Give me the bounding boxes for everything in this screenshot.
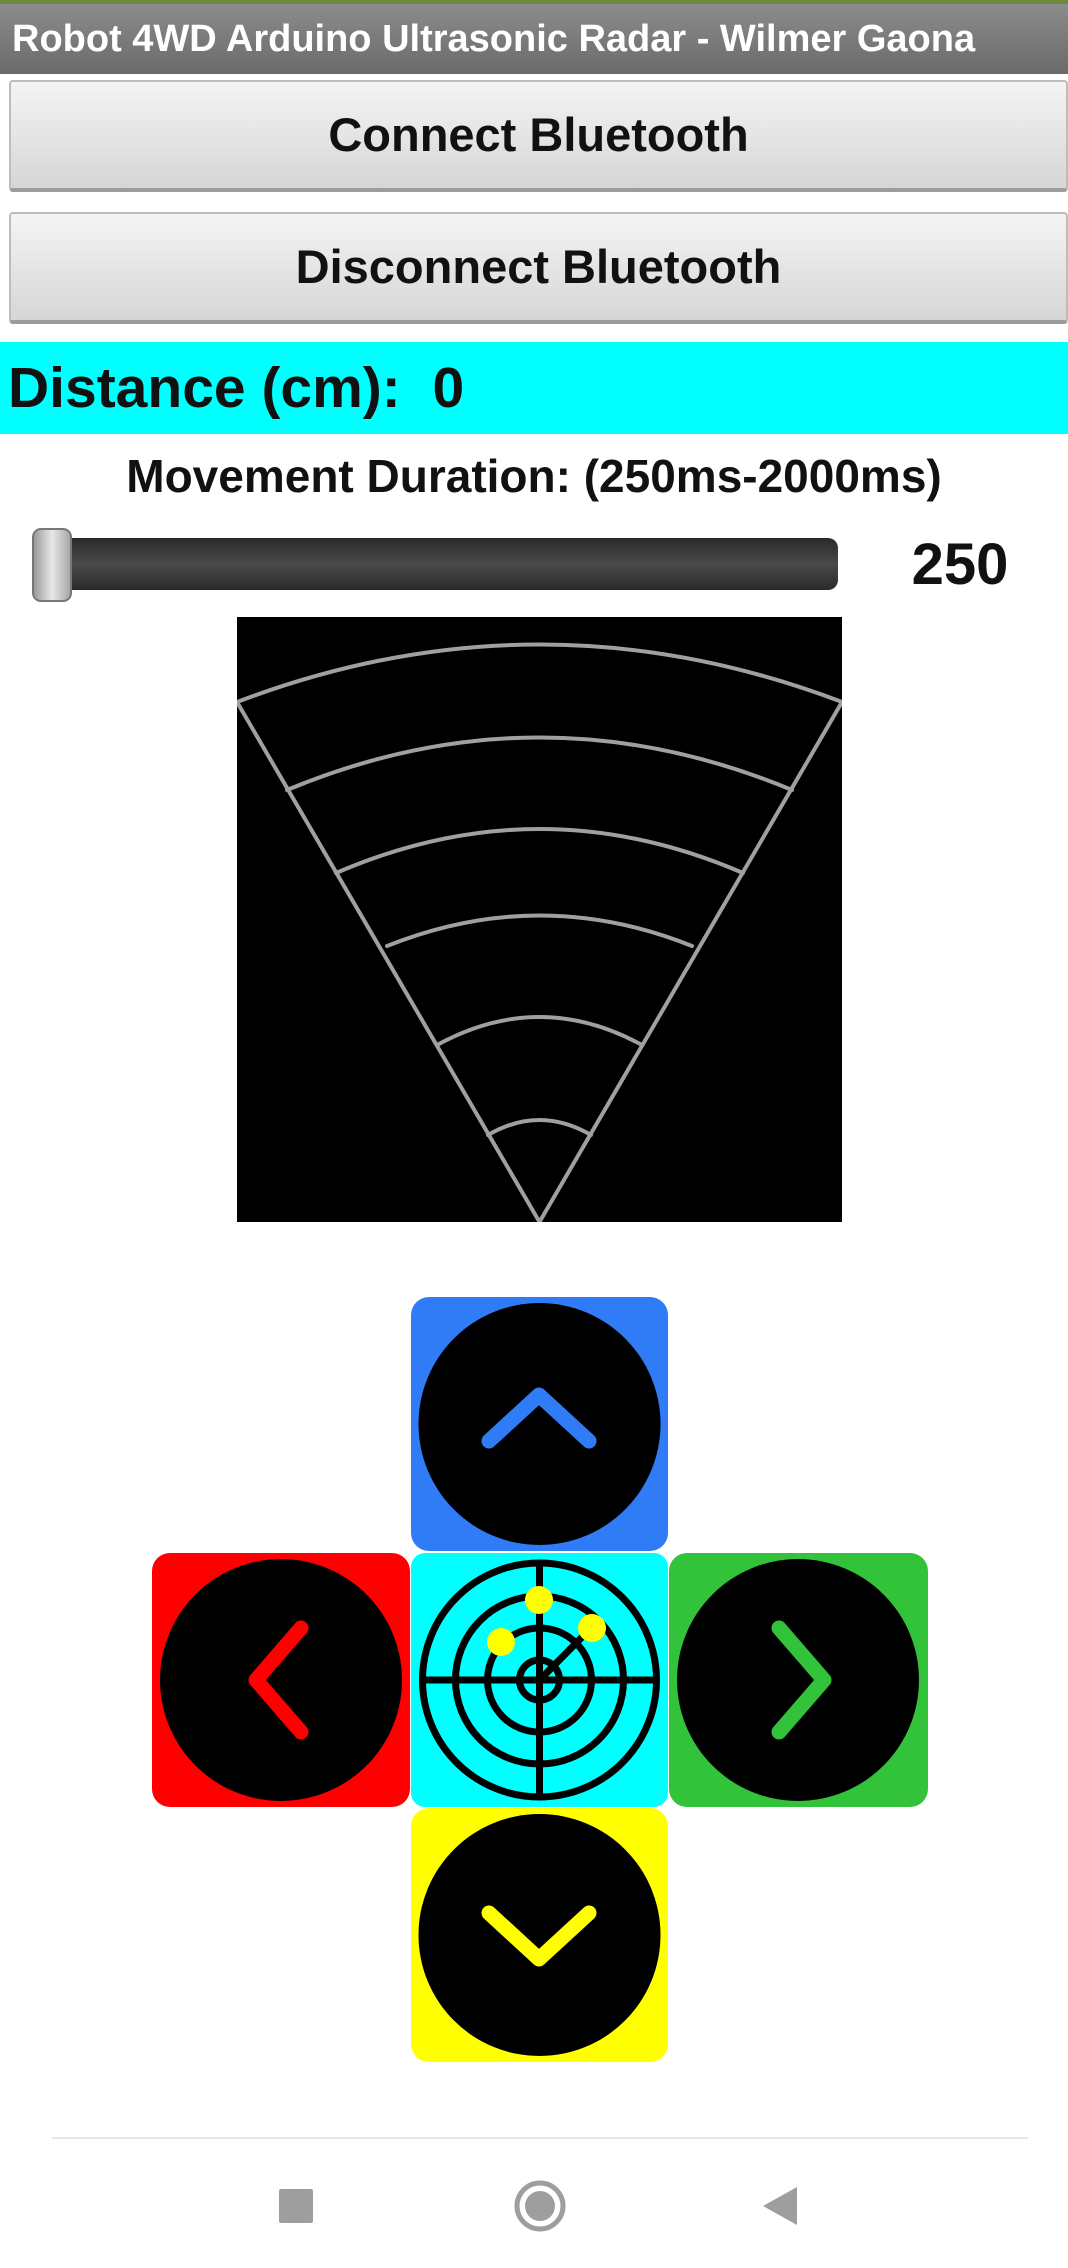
duration-slider-track[interactable] xyxy=(32,538,838,590)
duration-slider-value: 250 xyxy=(911,532,1009,597)
distance-value: 0 xyxy=(432,356,465,420)
radar-background xyxy=(237,617,842,1222)
radar-canvas xyxy=(237,617,842,1222)
navbar-divider xyxy=(52,2137,1028,2139)
radar-blip xyxy=(578,1614,606,1642)
right-button[interactable] xyxy=(669,1553,928,1807)
distance-readout: Distance (cm): 0 xyxy=(0,342,1068,434)
disconnect-bluetooth-button[interactable]: Disconnect Bluetooth xyxy=(9,212,1068,324)
distance-label: Distance (cm): xyxy=(8,356,401,420)
direction-pad xyxy=(152,1297,928,2062)
triangle-back-icon[interactable] xyxy=(760,2184,800,2228)
connect-bluetooth-button[interactable]: Connect Bluetooth xyxy=(9,80,1068,192)
app-title: Robot 4WD Arduino Ultrasonic Radar - Wil… xyxy=(0,4,1068,74)
square-recent-icon[interactable] xyxy=(276,2186,316,2226)
circle-home-icon[interactable] xyxy=(512,2178,568,2234)
up-button[interactable] xyxy=(411,1297,668,1551)
down-button[interactable] xyxy=(411,1808,668,2062)
radar-blip xyxy=(525,1586,553,1614)
movement-duration-label: Movement Duration: (250ms-2000ms) xyxy=(126,450,942,502)
radar-button[interactable] xyxy=(411,1553,668,1807)
duration-slider-thumb[interactable] xyxy=(32,528,72,602)
radar-blip xyxy=(487,1628,515,1656)
left-button[interactable] xyxy=(152,1553,410,1807)
